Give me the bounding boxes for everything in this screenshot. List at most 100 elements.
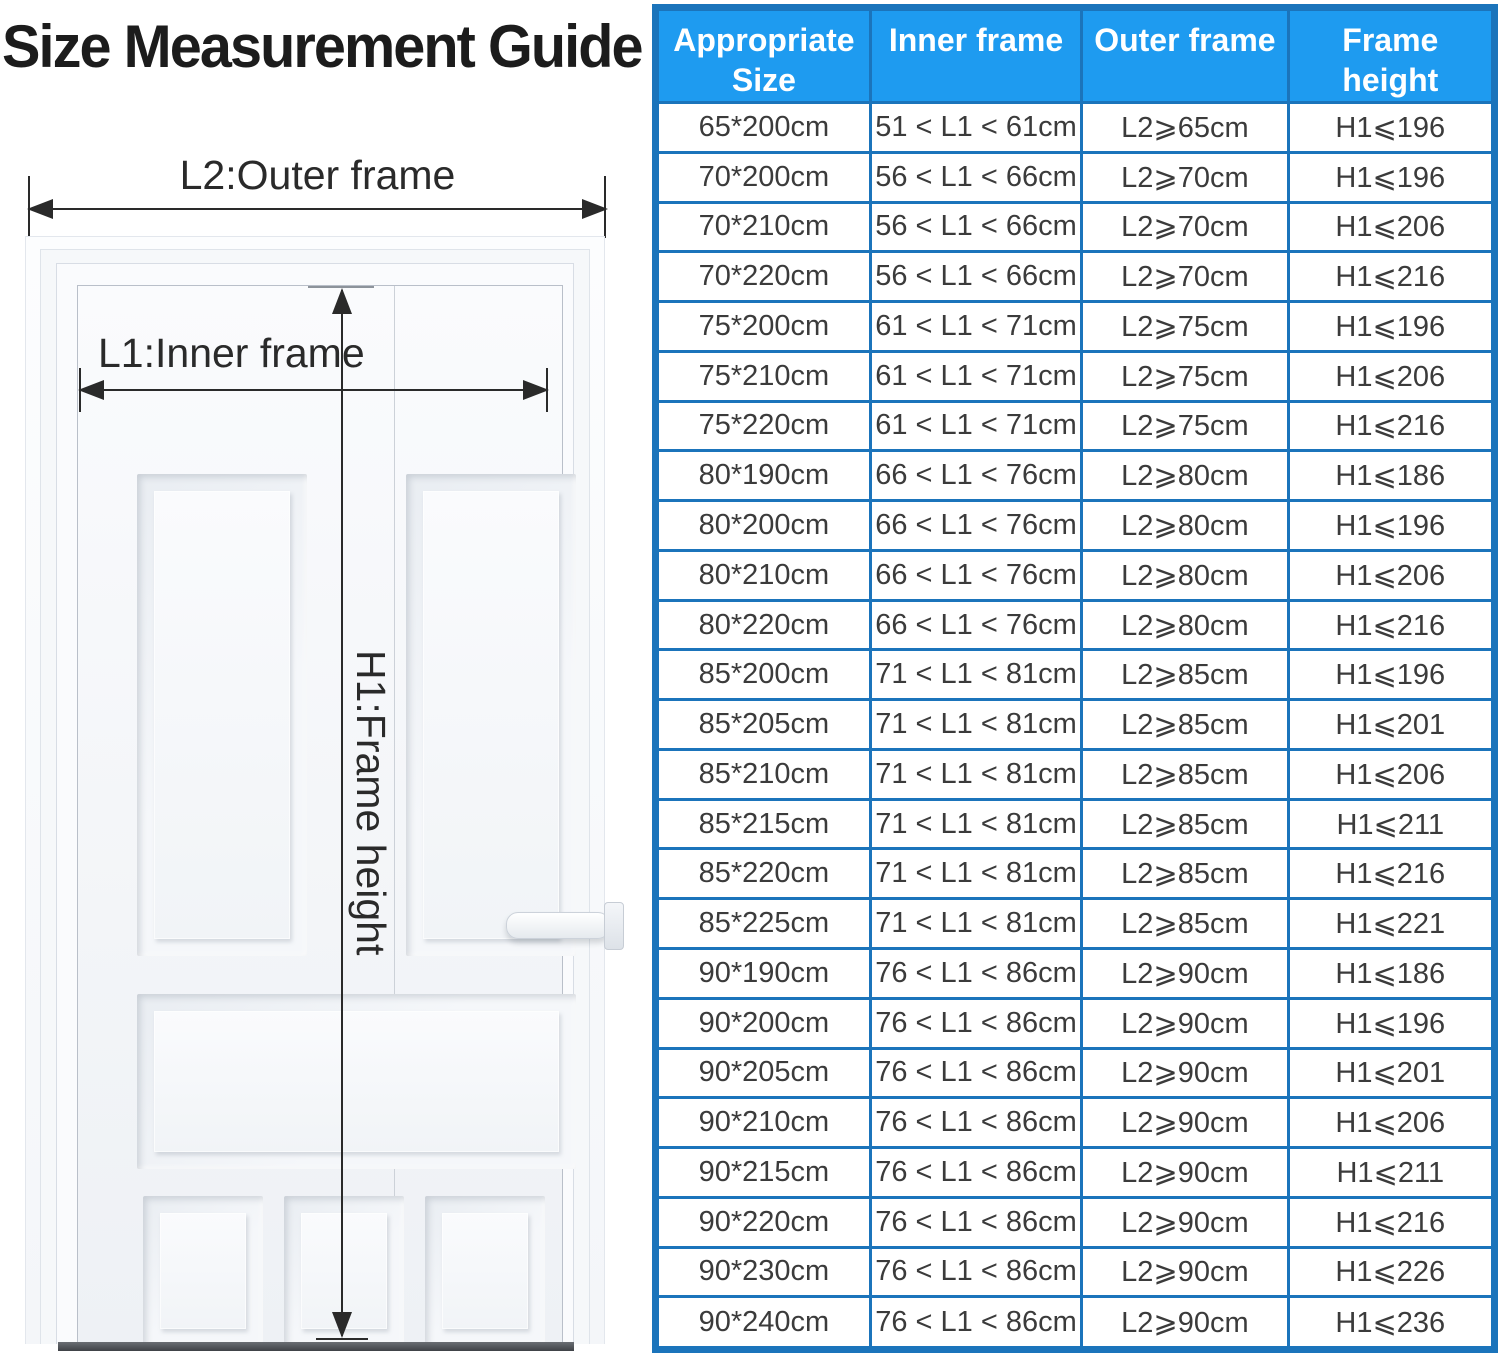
- table-row: 90*205cm76 < L1 < 86cmL2⩾90cmH1⩽201: [656, 1048, 1495, 1098]
- size-table-container: Appropriate Size Inner frame Outer frame…: [652, 4, 1498, 1353]
- table-row: 90*200cm76 < L1 < 86cmL2⩾90cmH1⩽196: [656, 998, 1495, 1048]
- table-row: 85*215cm71 < L1 < 81cmL2⩾85cmH1⩽211: [656, 799, 1495, 849]
- table-row: 85*205cm71 < L1 < 81cmL2⩾85cmH1⩽201: [656, 700, 1495, 750]
- table-row: 75*200cm61 < L1 < 71cmL2⩾75cmH1⩽196: [656, 302, 1495, 352]
- table-cell: H1⩽216: [1288, 849, 1494, 899]
- table-cell: H1⩽226: [1288, 1247, 1494, 1297]
- table-cell: L2⩾85cm: [1082, 749, 1288, 799]
- table-cell: 90*215cm: [656, 1148, 871, 1198]
- table-cell: 71 < L1 < 81cm: [870, 849, 1081, 899]
- table-cell: L2⩾90cm: [1082, 949, 1288, 999]
- door-seam: [394, 286, 395, 1343]
- table-cell: 75*210cm: [656, 351, 871, 401]
- table-row: 80*190cm66 < L1 < 76cmL2⩾80cmH1⩽186: [656, 451, 1495, 501]
- table-cell: 85*200cm: [656, 650, 871, 700]
- door-panel: [406, 474, 576, 956]
- table-cell: 71 < L1 < 81cm: [870, 749, 1081, 799]
- dimension-tick: [316, 1338, 368, 1340]
- table-cell: 76 < L1 < 86cm: [870, 1247, 1081, 1297]
- table-cell: 90*240cm: [656, 1297, 871, 1350]
- table-row: 65*200cm51 < L1 < 61cmL2⩾65cmH1⩽196: [656, 103, 1495, 153]
- door-threshold: [58, 1342, 574, 1351]
- table-row: 85*225cm71 < L1 < 81cmL2⩾85cmH1⩽221: [656, 899, 1495, 949]
- frame-height-label: H1:Frame height: [347, 650, 394, 955]
- table-cell: 80*220cm: [656, 600, 871, 650]
- table-cell: 61 < L1 < 71cm: [870, 302, 1081, 352]
- arrow-left-icon: [78, 380, 104, 400]
- table-cell: H1⩽196: [1288, 998, 1494, 1048]
- header-outer-frame: Outer frame: [1082, 8, 1288, 103]
- table-cell: 90*210cm: [656, 1098, 871, 1148]
- table-cell: 66 < L1 < 76cm: [870, 501, 1081, 551]
- table-row: 80*220cm66 < L1 < 76cmL2⩾80cmH1⩽216: [656, 600, 1495, 650]
- table-cell: 61 < L1 < 71cm: [870, 401, 1081, 451]
- table-cell: L2⩾90cm: [1082, 1148, 1288, 1198]
- table-cell: 70*210cm: [656, 202, 871, 252]
- table-row: 90*210cm76 < L1 < 86cmL2⩾90cmH1⩽206: [656, 1098, 1495, 1148]
- table-row: 85*220cm71 < L1 < 81cmL2⩾85cmH1⩽216: [656, 849, 1495, 899]
- table-cell: L2⩾75cm: [1082, 302, 1288, 352]
- table-cell: 85*205cm: [656, 700, 871, 750]
- table-row: 70*210cm56 < L1 < 66cmL2⩾70cmH1⩽206: [656, 202, 1495, 252]
- table-cell: H1⩽211: [1288, 799, 1494, 849]
- table-cell: H1⩽211: [1288, 1148, 1494, 1198]
- table-row: 75*210cm61 < L1 < 71cmL2⩾75cmH1⩽206: [656, 351, 1495, 401]
- arrow-down-icon: [332, 1312, 352, 1338]
- table-cell: 71 < L1 < 81cm: [870, 799, 1081, 849]
- table-cell: 66 < L1 < 76cm: [870, 600, 1081, 650]
- table-cell: H1⩽216: [1288, 401, 1494, 451]
- outer-frame-arrow-icon: [29, 208, 606, 210]
- door-handle: [506, 912, 610, 939]
- table-cell: 76 < L1 < 86cm: [870, 1197, 1081, 1247]
- dimension-tick: [546, 368, 548, 412]
- table-row: 85*200cm71 < L1 < 81cmL2⩾85cmH1⩽196: [656, 650, 1495, 700]
- table-cell: 85*220cm: [656, 849, 871, 899]
- table-cell: L2⩾90cm: [1082, 1197, 1288, 1247]
- table-cell: 75*200cm: [656, 302, 871, 352]
- size-table: Appropriate Size Inner frame Outer frame…: [652, 4, 1498, 1353]
- table-cell: L2⩾85cm: [1082, 799, 1288, 849]
- table-row: 75*220cm61 < L1 < 71cmL2⩾75cmH1⩽216: [656, 401, 1495, 451]
- table-cell: L2⩾90cm: [1082, 1297, 1288, 1350]
- table-body: 65*200cm51 < L1 < 61cmL2⩾65cmH1⩽19670*20…: [656, 103, 1495, 1350]
- table-cell: 90*230cm: [656, 1247, 871, 1297]
- door-panel: [137, 474, 307, 956]
- table-cell: L2⩾85cm: [1082, 849, 1288, 899]
- inner-frame-label: L1:Inner frame: [98, 330, 365, 377]
- table-cell: 65*200cm: [656, 103, 871, 153]
- table-cell: 51 < L1 < 61cm: [870, 103, 1081, 153]
- table-row: 80*200cm66 < L1 < 76cmL2⩾80cmH1⩽196: [656, 501, 1495, 551]
- table-cell: 76 < L1 < 86cm: [870, 1148, 1081, 1198]
- table-cell: H1⩽206: [1288, 1098, 1494, 1148]
- table-row: 90*190cm76 < L1 < 86cmL2⩾90cmH1⩽186: [656, 949, 1495, 999]
- table-cell: L2⩾70cm: [1082, 252, 1288, 302]
- table-header-row: Appropriate Size Inner frame Outer frame…: [656, 8, 1495, 103]
- table-cell: 80*190cm: [656, 451, 871, 501]
- table-cell: 56 < L1 < 66cm: [870, 202, 1081, 252]
- table-cell: H1⩽186: [1288, 949, 1494, 999]
- table-cell: L2⩾80cm: [1082, 550, 1288, 600]
- table-cell: H1⩽216: [1288, 1197, 1494, 1247]
- header-appropriate-size: Appropriate Size: [656, 8, 871, 103]
- table-cell: H1⩽201: [1288, 700, 1494, 750]
- table-cell: H1⩽216: [1288, 600, 1494, 650]
- arrow-up-icon: [332, 288, 352, 314]
- table-row: 90*220cm76 < L1 < 86cmL2⩾90cmH1⩽216: [656, 1197, 1495, 1247]
- table-row: 90*230cm76 < L1 < 86cmL2⩾90cmH1⩽226: [656, 1247, 1495, 1297]
- table-cell: H1⩽196: [1288, 152, 1494, 202]
- table-cell: 90*190cm: [656, 949, 871, 999]
- table-cell: 66 < L1 < 76cm: [870, 550, 1081, 600]
- table-cell: H1⩽236: [1288, 1297, 1494, 1350]
- table-cell: L2⩾65cm: [1082, 103, 1288, 153]
- page-title: Size Measurement Guide: [2, 12, 631, 81]
- table-cell: L2⩾90cm: [1082, 998, 1288, 1048]
- table-cell: L2⩾90cm: [1082, 1048, 1288, 1098]
- measurement-diagram-panel: Size Measurement Guide L2:Outer frame L1…: [0, 0, 650, 1357]
- table-cell: L2⩾85cm: [1082, 700, 1288, 750]
- table-cell: H1⩽196: [1288, 103, 1494, 153]
- door-illustration: [25, 236, 605, 1344]
- door-panel: [137, 994, 576, 1169]
- door-panel: [143, 1196, 263, 1346]
- dimension-tick: [79, 368, 81, 412]
- table-cell: L2⩾75cm: [1082, 401, 1288, 451]
